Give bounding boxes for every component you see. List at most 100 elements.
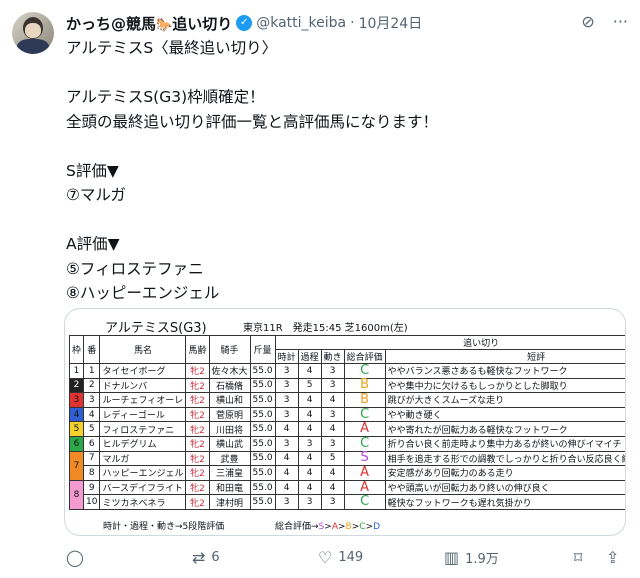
horse-name: ルーチェフィオーレ	[99, 392, 187, 408]
horse-name: バースデイフライト	[99, 479, 187, 496]
jockey: 石橋脩	[208, 377, 251, 394]
horse-age: 牝2	[185, 421, 210, 437]
overall-grade: S	[343, 450, 386, 467]
table-row: 8 9 バースデイフライト 牝2 和田竜 55.0 4 4 4 A やや頭高いが回転力あり終いの伸び…	[68, 479, 625, 510]
footer-scale: 総合評価→S>A>B>C>D	[275, 522, 381, 532]
move-score: 3	[320, 363, 345, 379]
like-button[interactable]: ♡ 149	[318, 548, 363, 567]
media-card[interactable]: アルテミスS(G3) 東京11R 発走15:45 芝1600m(左) 枠番馬名馬…	[64, 308, 626, 536]
weight: 55.0	[249, 363, 276, 379]
display-name[interactable]: かっち@競馬🐎追い切り	[66, 13, 232, 34]
jockey: 菅原明	[208, 406, 251, 423]
evaluation-table: 枠番馬名 馬齢 騎手 斤量 追い切り 時計 過程 動き 総合評価 短評 1 1 タイセイボーグ 牝2 佐々…	[68, 335, 625, 510]
overall-grade: C	[343, 435, 386, 452]
horse-age: 牝2	[185, 435, 210, 452]
horse-number: 5	[83, 421, 101, 437]
reply-button[interactable]: ◯	[66, 548, 90, 567]
jockey: 川田将	[208, 421, 251, 437]
weight: 55.0	[249, 421, 276, 437]
share-icon: ⇪	[606, 548, 620, 567]
grade-scale-sep: >	[324, 522, 332, 532]
jockey: 横山和	[208, 392, 251, 408]
overall-grade: A	[343, 465, 386, 481]
horse-number: 2	[83, 377, 101, 394]
col-header: 騎手	[208, 335, 251, 364]
tweet-date[interactable]: 10月24日	[359, 13, 423, 33]
time-score: 4	[274, 450, 299, 467]
short-comment: やや動き硬く	[384, 406, 625, 423]
weight: 55.0	[249, 377, 276, 394]
grade-scale-sep: >	[365, 522, 374, 532]
short-comment: 安定感があり回転力のある走り	[384, 465, 625, 481]
time-score: 4	[274, 421, 299, 437]
process-score: 3	[297, 494, 322, 510]
grok-icon[interactable]: ⊘	[581, 12, 594, 31]
time-score: 3	[274, 363, 299, 379]
overall-grade: A	[343, 421, 386, 437]
verified-icon: ✓	[236, 15, 253, 31]
weight: 55.0	[249, 392, 276, 408]
share-button[interactable]: ⇪	[606, 548, 619, 567]
bookmark-icon: ⌑	[574, 548, 583, 567]
jockey: 津村明	[208, 494, 251, 510]
process-score: 4	[297, 406, 322, 423]
horse-age: 牝2	[185, 479, 210, 496]
move-score: 3	[320, 406, 345, 423]
col-header: 斤量	[249, 335, 276, 364]
avatar-face	[25, 23, 41, 38]
views-button[interactable]: ▥ 1.9万	[444, 548, 499, 567]
frame-cell: 3	[68, 392, 85, 408]
horse-age: 牝2	[185, 465, 210, 481]
time-score: 3	[274, 435, 299, 452]
avatar[interactable]	[12, 12, 54, 54]
move-score: 3	[320, 494, 345, 510]
overall-grade: C	[343, 363, 386, 379]
overall-grade: B	[343, 377, 386, 394]
process-score: 5	[297, 377, 322, 394]
short-comment: 折り合い良く前走時より集中力あるが終いの伸びイマイチ	[384, 435, 625, 452]
table-row: 7 7 マルガ 牝2 武豊 55.0 4 4 5 S 相手を追走する形での調教でしっかりと折り合い反…	[68, 450, 625, 481]
weight: 55.0	[249, 465, 276, 481]
process-score: 4	[297, 465, 322, 481]
col-header: 馬名	[99, 335, 187, 364]
horse-age: 牝2	[185, 450, 210, 467]
horse-name: フィロステファニ	[99, 421, 187, 437]
short-comment: ややバランス悪さあるも軽快なフットワーク	[384, 363, 625, 379]
user-handle[interactable]: @katti_keiba	[256, 15, 346, 31]
move-score: 4	[320, 392, 345, 408]
horse-name: ミツカネベネラ	[99, 494, 187, 510]
frame-cell: 2	[68, 377, 85, 394]
overall-grade: C	[343, 406, 386, 423]
jockey: 武豊	[208, 450, 251, 467]
weight: 55.0	[249, 406, 276, 423]
more-icon[interactable]: ···	[613, 12, 628, 31]
card-title: アルテミスS(G3)	[105, 321, 207, 336]
retweet-button[interactable]: ⇄ 6	[192, 548, 220, 567]
horse-name: マルガ	[99, 450, 187, 467]
grade-scale-item: D	[373, 522, 381, 532]
short-comment: やや寄れたが回転力ある軽快なフットワーク	[384, 421, 625, 437]
process-score: 4	[297, 450, 322, 467]
short-comment: 相手を追走する形での調教でしっかりと折り合い反応良く終いの伸び抜群	[384, 450, 625, 467]
table-row: 2 2 ドナルンバ 牝2 石橋脩 55.0 3 5 3 B やや集中力に欠けるもしっかりとした脚取り	[68, 377, 625, 394]
process-score: 3	[297, 435, 322, 452]
horse-name: ヒルデグリム	[99, 435, 187, 452]
bookmark-button[interactable]: ⌑	[574, 548, 582, 567]
reply-icon: ◯	[66, 548, 84, 567]
frame-cell: 8	[68, 479, 85, 510]
grade-scale-sep: >	[337, 522, 346, 532]
jockey: 和田竜	[208, 479, 251, 496]
horse-number: 10	[83, 494, 101, 510]
weight: 55.0	[249, 435, 276, 452]
table-row: 8 ハッピーエンジェル 牝2 三浦皇 55.0 4 4 4 A 安定感があり回転力のある走り	[70, 465, 625, 481]
horse-age: 牝2	[185, 392, 210, 408]
col-header: 総合評価	[343, 349, 386, 364]
jockey: 横山武	[208, 435, 251, 452]
time-score: 3	[274, 494, 299, 510]
tweet-header: かっち@競馬🐎追い切り ✓ @katti_keiba · 10月24日	[66, 12, 422, 34]
frame-cell: 6	[68, 435, 85, 452]
card-race-info: 東京11R 発走15:45 芝1600m(左)	[243, 323, 408, 334]
horse-number: 8	[83, 465, 101, 481]
short-comment: 跳びが大きくスムーズな走り	[384, 392, 625, 408]
like-icon: ♡	[318, 548, 333, 567]
